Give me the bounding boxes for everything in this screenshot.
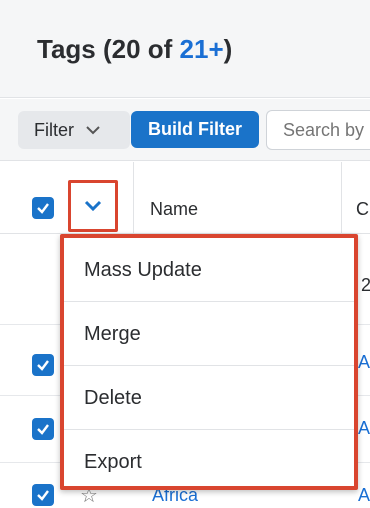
mass-actions-menu: Mass Update Merge Delete Export xyxy=(60,234,358,490)
select-all-checkbox[interactable] xyxy=(32,197,54,219)
table-cell-link[interactable]: A xyxy=(358,418,370,439)
checkmark-icon xyxy=(37,203,49,214)
row-checkbox[interactable] xyxy=(32,354,54,376)
column-divider xyxy=(133,162,134,234)
search-input[interactable] xyxy=(266,110,370,150)
row-checkbox[interactable] xyxy=(32,484,54,506)
row-checkbox[interactable] xyxy=(32,418,54,440)
menu-item-merge[interactable]: Merge xyxy=(64,302,354,366)
build-filter-button[interactable]: Build Filter xyxy=(131,111,259,148)
menu-item-export[interactable]: Export xyxy=(64,430,354,494)
filter-bar: Filter Build Filter xyxy=(0,99,370,161)
column-divider xyxy=(341,162,342,234)
table-cell-link[interactable]: A xyxy=(358,352,370,373)
title-text: Tags (20 of xyxy=(37,34,180,64)
column-header-created[interactable]: Cr xyxy=(356,199,370,220)
filter-label: Filter xyxy=(34,119,74,140)
mass-actions-dropdown-button[interactable] xyxy=(74,186,112,226)
chevron-down-icon xyxy=(84,200,102,212)
table-cell-link[interactable]: A xyxy=(358,485,370,506)
checkmark-icon xyxy=(37,490,49,501)
menu-item-delete[interactable]: Delete xyxy=(64,366,354,430)
table-header xyxy=(0,162,370,234)
checkmark-icon xyxy=(37,424,49,435)
table-cell: 2 xyxy=(361,275,370,295)
page-title: Tags (20 of 21+) xyxy=(37,34,232,65)
chevron-down-icon xyxy=(86,122,100,138)
list-header: Tags (20 of 21+) xyxy=(0,0,370,98)
checkmark-icon xyxy=(37,360,49,371)
total-count-link[interactable]: 21+ xyxy=(180,34,224,64)
menu-item-mass-update[interactable]: Mass Update xyxy=(64,238,354,302)
mass-actions-dropdown-highlight xyxy=(68,180,118,232)
column-header-name[interactable]: Name xyxy=(150,199,198,220)
title-suffix: ) xyxy=(223,34,233,64)
filter-dropdown[interactable]: Filter xyxy=(18,111,130,149)
